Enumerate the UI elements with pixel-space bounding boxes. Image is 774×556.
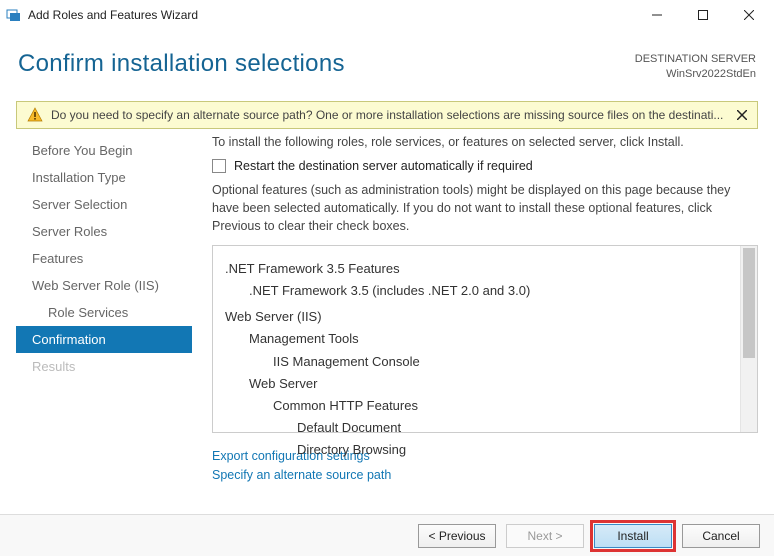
destination-server: WinSrv2022StdEn: [635, 67, 756, 82]
install-button[interactable]: Install: [594, 524, 672, 548]
list-item: Management Tools: [225, 328, 739, 350]
list-item: Directory Browsing: [225, 439, 739, 461]
intro-text: To install the following roles, role ser…: [212, 135, 758, 149]
restart-checkbox-row[interactable]: Restart the destination server automatic…: [212, 159, 758, 173]
cancel-button[interactable]: Cancel: [682, 524, 760, 548]
destination-label: DESTINATION SERVER: [635, 52, 756, 67]
next-button: Next >: [506, 524, 584, 548]
sidebar-item-installation-type[interactable]: Installation Type: [16, 164, 192, 191]
sidebar-item-server-roles[interactable]: Server Roles: [16, 218, 192, 245]
close-button[interactable]: [726, 0, 772, 30]
banner-close-button[interactable]: [733, 106, 751, 124]
sidebar-item-role-services[interactable]: Role Services: [16, 299, 192, 326]
sidebar-item-results: Results: [16, 353, 192, 380]
app-icon: [6, 7, 22, 23]
maximize-button[interactable]: [680, 0, 726, 30]
list-item: Web Server (IIS): [225, 306, 739, 328]
wizard-header: Confirm installation selections DESTINAT…: [0, 30, 774, 93]
sidebar-item-web-server-role[interactable]: Web Server Role (IIS): [16, 272, 192, 299]
list-item: Common HTTP Features: [225, 395, 739, 417]
page-title: Confirm installation selections: [18, 50, 635, 78]
scrollbar-thumb[interactable]: [743, 248, 755, 358]
list-item: IIS Management Console: [225, 351, 739, 373]
sidebar-item-before-you-begin[interactable]: Before You Begin: [16, 137, 192, 164]
warning-banner: Do you need to specify an alternate sour…: [16, 101, 758, 129]
restart-checkbox-label: Restart the destination server automatic…: [234, 159, 533, 173]
wizard-sidebar: Before You Begin Installation Type Serve…: [16, 129, 192, 485]
wizard-main: To install the following roles, role ser…: [192, 129, 758, 485]
window-title: Add Roles and Features Wizard: [28, 8, 634, 22]
minimize-button[interactable]: [634, 0, 680, 30]
list-item: .NET Framework 3.5 (includes .NET 2.0 an…: [225, 280, 739, 302]
sidebar-item-confirmation[interactable]: Confirmation: [16, 326, 192, 353]
alternate-source-link[interactable]: Specify an alternate source path: [212, 466, 758, 485]
warning-icon: [27, 107, 43, 123]
optional-features-note: Optional features (such as administratio…: [212, 181, 758, 235]
wizard-footer: < Previous Next > Install Cancel: [0, 514, 774, 556]
selections-listbox[interactable]: .NET Framework 3.5 Features .NET Framewo…: [212, 245, 758, 433]
warning-message: Do you need to specify an alternate sour…: [51, 108, 725, 122]
previous-button[interactable]: < Previous: [418, 524, 496, 548]
restart-checkbox[interactable]: [212, 159, 226, 173]
sidebar-item-features[interactable]: Features: [16, 245, 192, 272]
list-item: Default Document: [225, 417, 739, 439]
sidebar-item-server-selection[interactable]: Server Selection: [16, 191, 192, 218]
destination-info: DESTINATION SERVER WinSrv2022StdEn: [635, 50, 756, 83]
listbox-scrollbar[interactable]: [740, 246, 757, 432]
list-item: .NET Framework 3.5 Features: [225, 258, 739, 280]
titlebar: Add Roles and Features Wizard: [0, 0, 774, 30]
list-item: Web Server: [225, 373, 739, 395]
